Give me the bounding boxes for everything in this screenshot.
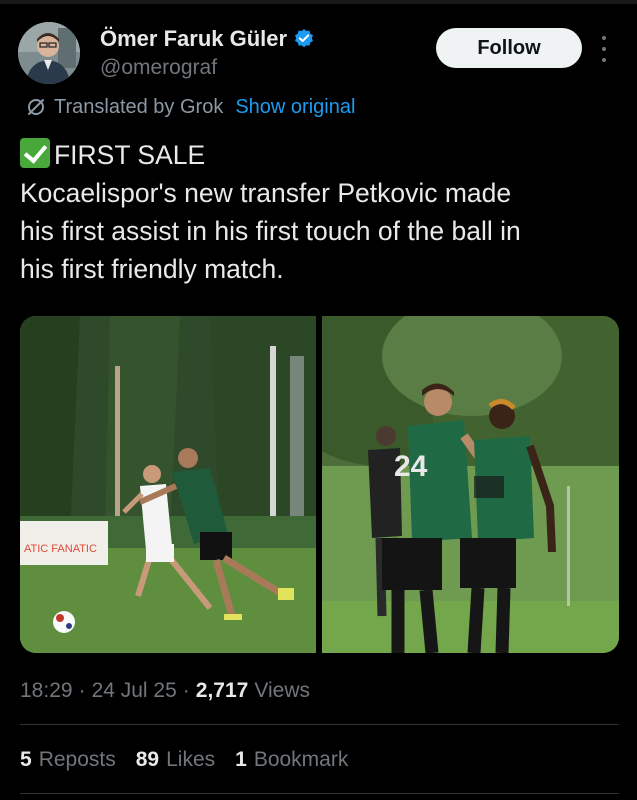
- tweet-line-4: his first friendly match.: [20, 254, 284, 284]
- tweet-line-1: FIRST SALE: [20, 136, 620, 174]
- translated-label: Translated by Grok: [54, 95, 224, 118]
- bookmarks-label: Bookmark: [253, 748, 349, 771]
- likes-count: 89: [135, 748, 160, 771]
- avatar[interactable]: [18, 22, 80, 84]
- bookmarks-stat[interactable]: 1 Bookmark: [235, 748, 348, 772]
- views-label: Views: [254, 679, 310, 702]
- photo-match-action[interactable]: ATIC FANATIC: [20, 316, 316, 653]
- tweet-date[interactable]: 24 Jul 25: [92, 679, 177, 703]
- tweet-header: Ömer Faruk Güler @omerograf Follow: [18, 22, 618, 86]
- bookmarks-count: 1: [235, 748, 247, 771]
- reposts-label: Reposts: [38, 748, 116, 771]
- top-divider: [0, 0, 637, 4]
- reposts-count: 5: [20, 748, 32, 771]
- tweet-time[interactable]: 18:29: [20, 679, 73, 703]
- meta-separator: ·: [182, 679, 190, 702]
- tweet-text: FIRST SALE Kocaelispor's new transfer Pe…: [20, 136, 620, 288]
- banner-text: ATIC FANATIC: [24, 543, 97, 555]
- name-row: Ömer Faruk Güler: [100, 24, 315, 54]
- verified-badge-icon: [293, 28, 315, 50]
- meta-separator: ·: [78, 679, 86, 702]
- photo-celebration[interactable]: 24: [322, 316, 619, 653]
- divider: [20, 793, 619, 794]
- reposts-stat[interactable]: 5 Reposts: [20, 748, 116, 772]
- grok-icon: [28, 99, 44, 115]
- likes-label: Likes: [166, 748, 216, 771]
- follow-button[interactable]: Follow: [436, 28, 582, 68]
- show-original-link[interactable]: Show original: [235, 96, 355, 119]
- engagement-stats: 5 Reposts 89 Likes 1 Bookmark: [20, 745, 368, 775]
- translation-notice: Translated by Grok Show original: [26, 94, 355, 120]
- author-handle[interactable]: @omerograf: [100, 56, 217, 80]
- tweet-meta: 18:29 · 24 Jul 25 · 2,717 Views: [20, 676, 310, 706]
- views-count: 2,717: [195, 679, 249, 702]
- media-grid: ATIC FANATIC 24: [20, 316, 619, 653]
- more-icon[interactable]: [596, 36, 612, 62]
- jersey-number: 24: [394, 450, 428, 483]
- tweet-line-3: his first assist in his first touch of t…: [20, 216, 521, 246]
- author-name[interactable]: Ömer Faruk Güler: [100, 26, 287, 52]
- divider: [20, 724, 619, 725]
- likes-stat[interactable]: 89 Likes: [136, 748, 215, 772]
- tweet-line-2: Kocaelispor's new transfer Petkovic made: [20, 178, 512, 208]
- check-mark-emoji: [20, 138, 50, 168]
